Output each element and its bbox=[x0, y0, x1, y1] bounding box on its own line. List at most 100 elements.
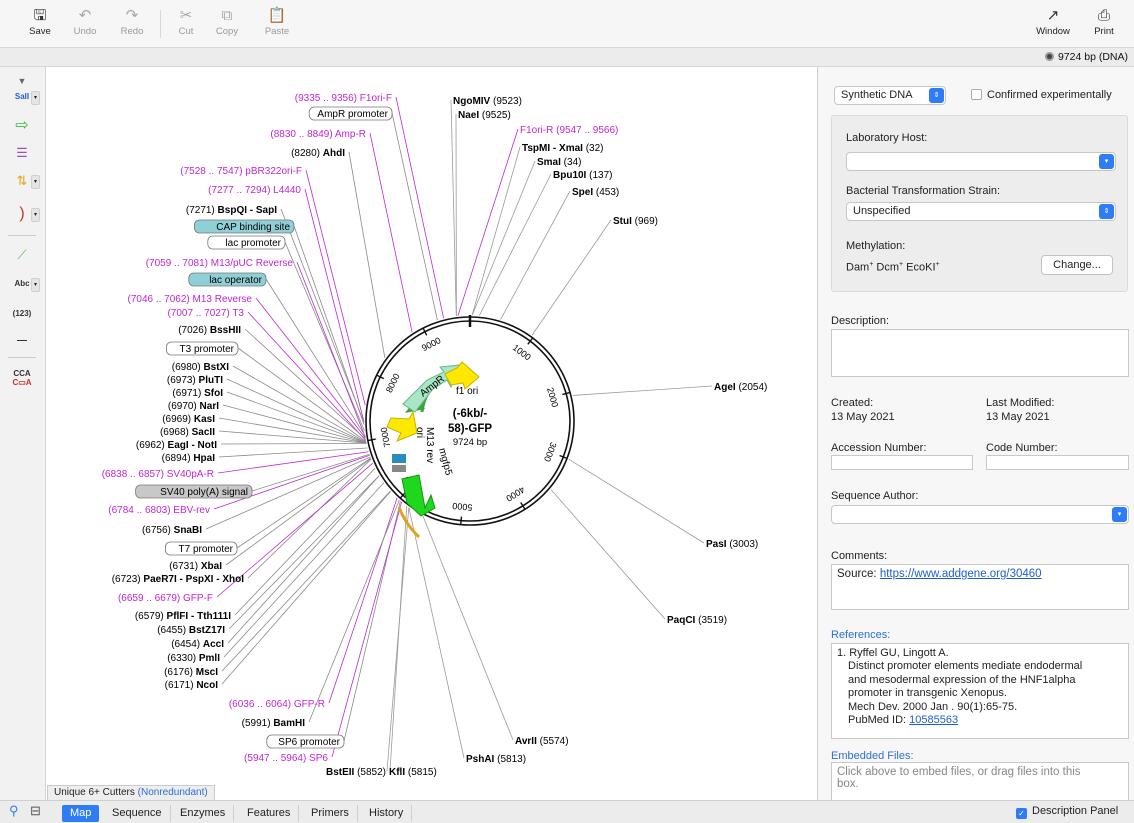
enzyme-set-selector[interactable]: Unique 6+ Cutters (Nonredundant) bbox=[47, 785, 215, 800]
map-label-t7-promoter: T7 promoter bbox=[179, 544, 234, 555]
references-label[interactable]: References: bbox=[831, 629, 890, 641]
map-label-spei: SpeI (453) bbox=[572, 187, 619, 198]
pubmed-link[interactable]: 10585563 bbox=[909, 714, 958, 726]
map-label-bspqi-sapi: (7271) BspQI - SapI bbox=[186, 205, 277, 216]
leader-line bbox=[389, 506, 408, 772]
author-select[interactable]: ▾ bbox=[831, 505, 1129, 524]
sequence-info-bar: 9724 bp (DNA) bbox=[0, 48, 1134, 67]
map-label-bpu10i: Bpu10I (137) bbox=[553, 170, 612, 181]
translation-tool-icon[interactable]: ⟋ bbox=[12, 245, 32, 265]
orf-tool-icon[interactable]: ☰ bbox=[12, 143, 32, 163]
embedded-files-dropzone[interactable]: Click above to embed files, or drag file… bbox=[831, 762, 1129, 802]
primer-tool-icon[interactable]: ⇅ bbox=[12, 171, 32, 191]
author-label: Sequence Author: bbox=[831, 490, 919, 502]
save-button[interactable]: 🖫 Save bbox=[20, 6, 60, 37]
embedded-files-label[interactable]: Embedded Files: bbox=[831, 750, 914, 762]
map-label-f1ori-f: (9335 .. 9356) F1ori-F bbox=[295, 93, 392, 104]
leader-line bbox=[244, 328, 366, 440]
map-label-pmli: (6330) PmlI bbox=[167, 653, 220, 664]
strain-select[interactable]: Unspecified ⇕ bbox=[846, 202, 1116, 221]
plasmid-map[interactable]: 100020003000400050006000700080009000 Amp… bbox=[47, 67, 817, 800]
save-icon: 🖫 bbox=[33, 7, 47, 24]
search-icon[interactable]: ⚲ bbox=[9, 803, 19, 819]
accession-field[interactable] bbox=[831, 455, 973, 470]
tab-enzymes[interactable]: Enzymes bbox=[172, 805, 235, 822]
tab-primers[interactable]: Primers bbox=[303, 805, 358, 822]
map-label-t3-promoter: T3 promoter bbox=[180, 344, 235, 355]
tab-sequence[interactable]: Sequence bbox=[104, 805, 171, 822]
host-settings-group: Laboratory Host: ▾ Bacterial Transformat… bbox=[831, 115, 1128, 292]
feature-label-f1ori: f1 ori bbox=[456, 386, 478, 397]
map-label-snabi: (6756) SnaBI bbox=[142, 525, 202, 536]
plasmid-name-line1: (-6kb/- bbox=[453, 408, 488, 420]
panel-toggle-icon[interactable]: ⊟ bbox=[30, 803, 41, 819]
map-label-m13-puc-reverse: (7059 .. 7081) M13/pUC Reverse bbox=[146, 258, 294, 269]
code-field[interactable] bbox=[986, 455, 1129, 470]
cut-button[interactable]: ✂ Cut bbox=[166, 6, 206, 37]
updown-arrows-icon: ⇕ bbox=[1099, 204, 1114, 219]
copy-button[interactable]: ⧉ Copy bbox=[207, 6, 247, 37]
tools-separator bbox=[8, 235, 36, 236]
map-label-tspmi-xmai: TspMI - XmaI (32) bbox=[522, 143, 604, 154]
description-panel-toggle[interactable]: ✓ Description Panel bbox=[1016, 805, 1118, 819]
chevron-down-icon: ▾ bbox=[1112, 507, 1127, 522]
map-label-pflfi-tth111i: (6579) PflFI - Tth111I bbox=[135, 611, 231, 622]
map-label-lac-operator: lac operator bbox=[209, 275, 262, 286]
sequence-size: 9724 bp (DNA) bbox=[1044, 51, 1128, 63]
primer-tool-dropdown[interactable]: ▾ bbox=[31, 175, 40, 189]
tick-label: 7000 bbox=[379, 426, 393, 448]
redo-button[interactable]: ↷ Redo bbox=[112, 6, 152, 37]
leader-line bbox=[572, 385, 713, 396]
leader-line bbox=[227, 475, 380, 644]
tab-features[interactable]: Features bbox=[239, 805, 300, 822]
source-link[interactable]: https://www.addgene.org/30460 bbox=[880, 568, 1042, 580]
map-label-pluti: (6973) PluTI bbox=[167, 375, 223, 386]
enzyme-tool-icon[interactable]: SalI bbox=[12, 87, 32, 107]
molecule-type-select[interactable]: Synthetic DNA ⇕ bbox=[834, 86, 946, 105]
checkmark-icon: ✓ bbox=[1016, 808, 1027, 819]
map-label-sfoi: (6971) SfoI bbox=[172, 388, 223, 399]
text-tool-dropdown[interactable]: ▾ bbox=[31, 278, 40, 292]
show-genes-icon[interactable]: ) bbox=[12, 204, 32, 224]
last-modified-label: Last Modified: bbox=[986, 397, 1055, 409]
description-panel: Synthetic DNA ⇕ Confirmed experimentally… bbox=[817, 67, 1134, 802]
map-label-kasi: (6969) KasI bbox=[162, 414, 215, 425]
leader-line bbox=[500, 190, 571, 320]
leader-line bbox=[471, 146, 521, 316]
ruler-tool-icon[interactable]: ⎯⎯ bbox=[12, 331, 32, 351]
paste-button[interactable]: 📋 Paste bbox=[257, 6, 297, 37]
sequence-view-icon[interactable]: CCA C▭A bbox=[12, 369, 32, 389]
text-tool-icon[interactable]: Abc bbox=[12, 274, 32, 294]
numbering-tool-icon[interactable]: (123) bbox=[12, 304, 32, 324]
leader-line bbox=[395, 96, 445, 319]
feature-tool-icon[interactable]: ⇨ bbox=[12, 116, 32, 136]
accession-label: Accession Number: bbox=[831, 442, 927, 454]
comments-field[interactable]: Source: https://www.addgene.org/30460 bbox=[831, 564, 1129, 610]
tab-map[interactable]: Map bbox=[62, 805, 100, 822]
updown-arrows-icon: ⇕ bbox=[929, 88, 944, 103]
change-methylation-button[interactable]: Change... bbox=[1041, 255, 1113, 275]
undo-button[interactable]: ↶ Undo bbox=[65, 6, 105, 37]
leader-line bbox=[213, 454, 370, 510]
lab-host-select[interactable]: ▾ bbox=[846, 152, 1116, 171]
leader-line bbox=[550, 489, 666, 620]
description-field[interactable] bbox=[831, 329, 1129, 377]
toolbar-separator bbox=[160, 10, 161, 38]
tab-history[interactable]: History bbox=[361, 805, 413, 822]
comments-label: Comments: bbox=[831, 550, 888, 562]
print-button[interactable]: ⎙ Print bbox=[1084, 6, 1124, 37]
map-label-pshai: PshAI (5813) bbox=[466, 754, 526, 765]
tick-label: 9000 bbox=[420, 335, 442, 353]
show-genes-dropdown[interactable]: ▾ bbox=[31, 208, 40, 222]
ori-feature bbox=[386, 410, 418, 442]
map-label-t3: (7007 .. 7027) T3 bbox=[167, 308, 244, 319]
confirmed-checkbox[interactable]: Confirmed experimentally bbox=[971, 89, 1112, 101]
map-label-xbai: (6731) XbaI bbox=[169, 561, 222, 572]
lab-host-label: Laboratory Host: bbox=[846, 132, 928, 144]
printer-icon: ⎙ bbox=[1097, 7, 1110, 24]
window-button[interactable]: ↗ Window bbox=[1030, 6, 1076, 37]
references-field[interactable]: 1. Ryffel GU, Lingott A. Distinct promot… bbox=[831, 643, 1129, 739]
redo-icon: ↷ bbox=[125, 7, 139, 24]
enzyme-tool-dropdown[interactable]: ▾ bbox=[31, 91, 40, 105]
plasmid-map-canvas: 100020003000400050006000700080009000 Amp… bbox=[102, 93, 768, 778]
